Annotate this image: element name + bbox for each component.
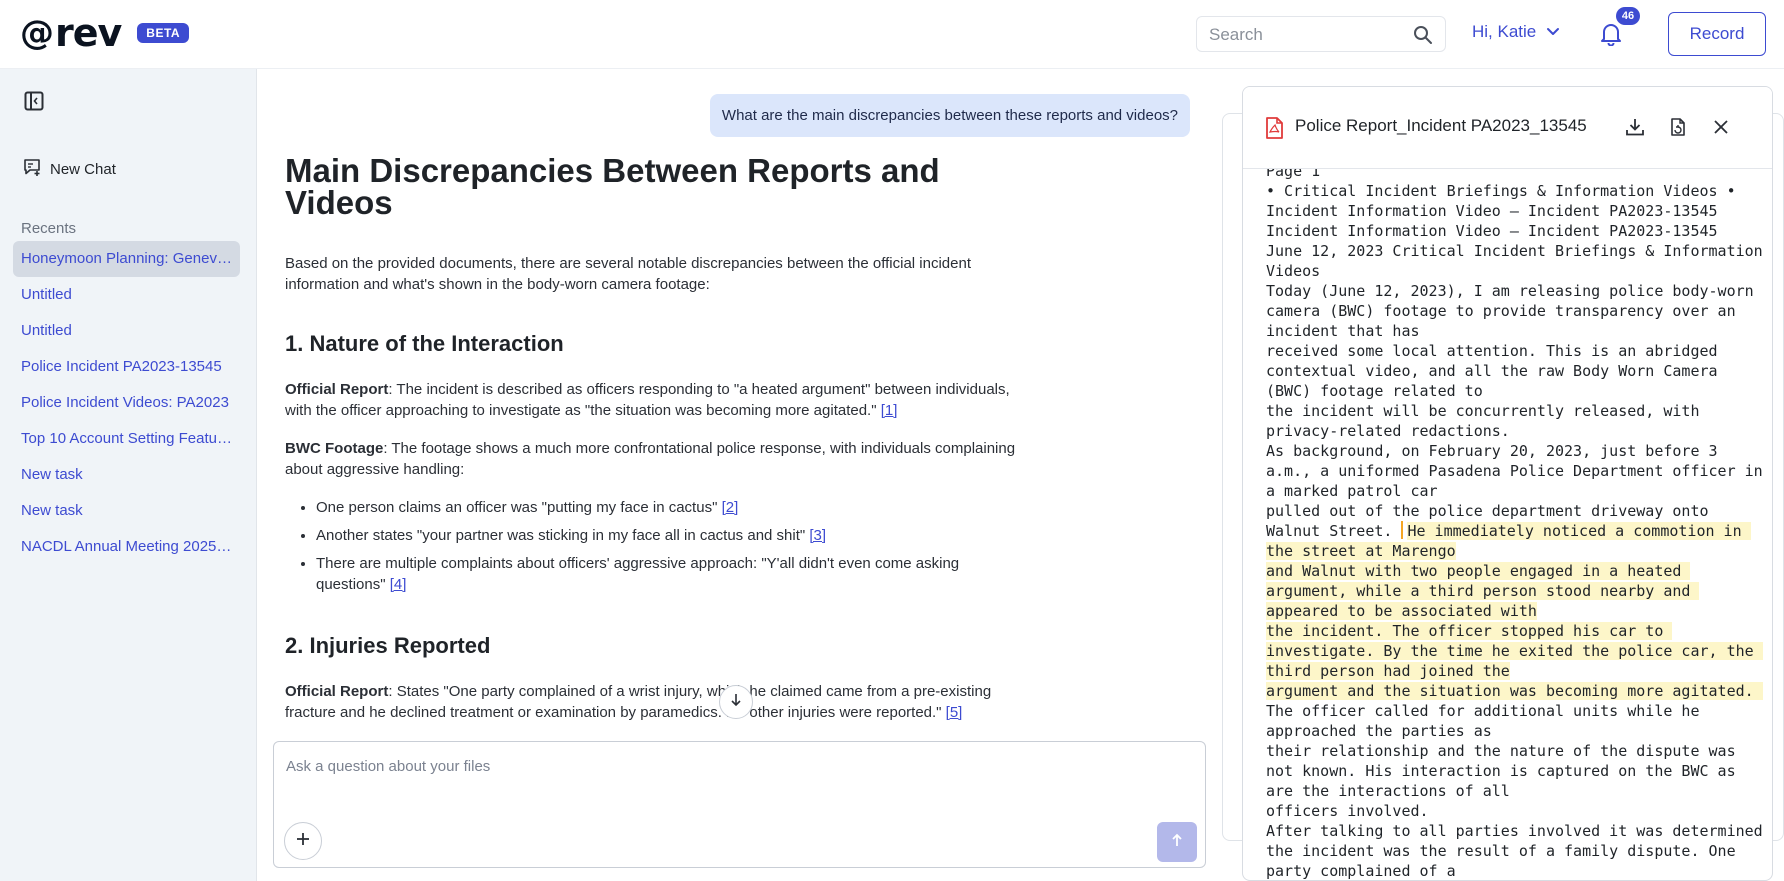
citation-link[interactable]: [4] — [390, 576, 407, 593]
official-report-paragraph: Official Report: The incident is describ… — [285, 379, 1025, 421]
open-document-icon[interactable] — [1668, 117, 1688, 142]
record-button[interactable]: Record — [1668, 12, 1766, 56]
document-viewer: Police Report_Incident PA2023_13545 Page… — [1242, 86, 1773, 881]
search-icon[interactable] — [1413, 25, 1433, 50]
document-header: Police Report_Incident PA2023_13545 — [1243, 87, 1772, 169]
official-report-label: Official Report — [285, 381, 389, 398]
attach-button[interactable] — [284, 822, 322, 860]
complaints-list: One person claims an officer was "puttin… — [285, 497, 1025, 595]
highlighted-citation-text: He immediately noticed a commotion in th… — [1266, 522, 1763, 700]
citation-link[interactable]: [2] — [722, 499, 739, 516]
sidebar-item-recent[interactable]: Untitled — [13, 313, 240, 349]
message-composer[interactable]: Ask a question about your files — [273, 741, 1206, 868]
sidebar-item-recent[interactable]: NACDL Annual Meeting 2025: Overview — [13, 529, 240, 565]
response-title: Main Discrepancies Between Reports and V… — [285, 152, 940, 221]
top-bar: @ rev BETA Hi, Katie 46 Record — [0, 0, 1784, 69]
sidebar-item-recent[interactable]: New task — [13, 493, 240, 529]
document-text-before: Page 1 • Critical Incident Briefings & I… — [1266, 169, 1763, 540]
arrow-up-icon — [1170, 833, 1184, 852]
official-report-text: : The incident is described as officers … — [285, 381, 1010, 419]
new-chat-button[interactable]: New Chat — [22, 157, 116, 181]
bwc-footage-text: : The footage shows a much more confront… — [285, 440, 1016, 478]
beta-badge: BETA — [137, 23, 190, 43]
recents-list: Honeymoon Planning: Geneva & Paris Untit… — [13, 241, 240, 565]
list-item: There are multiple complaints about offi… — [316, 553, 1025, 595]
send-button[interactable] — [1157, 822, 1197, 862]
citation-link[interactable]: [3] — [809, 527, 826, 544]
citation-link[interactable]: [1] — [881, 402, 898, 419]
document-text-after: The officer called for additional units … — [1266, 702, 1763, 880]
list-item-text: There are multiple complaints about offi… — [316, 555, 960, 593]
official-report-paragraph: Official Report: States "One party compl… — [285, 681, 1025, 723]
chat-area: What are the main discrepancies between … — [258, 69, 1214, 881]
sidebar-item-recent[interactable]: Top 10 Account Setting Features — [13, 421, 240, 457]
user-question-bubble: What are the main discrepancies between … — [709, 94, 1190, 137]
search-input[interactable] — [1209, 25, 1399, 45]
bwc-footage-label: BWC Footage — [285, 440, 384, 457]
close-icon[interactable] — [1711, 117, 1731, 142]
composer-input[interactable]: Ask a question about your files — [286, 758, 490, 775]
new-chat-label: New Chat — [50, 160, 116, 178]
search-box[interactable] — [1196, 16, 1446, 52]
sidebar-item-recent[interactable]: New task — [13, 457, 240, 493]
download-icon[interactable] — [1625, 117, 1645, 142]
logo-wordmark: rev — [55, 11, 122, 55]
pdf-file-icon — [1265, 117, 1283, 144]
bell-icon[interactable] — [1600, 22, 1622, 51]
rev-logo[interactable]: @ rev BETA — [20, 11, 190, 55]
document-text: Page 1 • Critical Incident Briefings & I… — [1266, 169, 1766, 880]
arrow-down-icon — [729, 693, 743, 712]
response-intro: Based on the provided documents, there a… — [285, 255, 971, 293]
citation-link[interactable]: [5] — [946, 704, 963, 721]
sidebar-item-recent[interactable]: Police Incident PA2023-13545 — [13, 349, 240, 385]
sidebar-item-recent[interactable]: Untitled — [13, 277, 240, 313]
user-greeting: Hi, Katie — [1472, 22, 1537, 41]
notification-count-badge: 46 — [1616, 7, 1640, 25]
logo-at-mark: @ — [20, 13, 54, 53]
highlight-marker — [1401, 521, 1404, 539]
list-item-text: One person claims an officer was "puttin… — [316, 499, 722, 516]
sidebar-item-recent[interactable]: Honeymoon Planning: Geneva & Paris — [13, 241, 240, 277]
sidebar-item-recent[interactable]: Police Incident Videos: PA2023 — [13, 385, 240, 421]
scroll-to-bottom-button[interactable] — [719, 685, 753, 719]
plus-icon — [296, 832, 310, 851]
section-heading: 1. Nature of the Interaction — [285, 331, 564, 356]
list-item-text: Another states "your partner was stickin… — [316, 527, 810, 544]
new-chat-icon — [22, 157, 42, 181]
sidebar-toggle-icon[interactable] — [24, 91, 44, 116]
assistant-response: Main Discrepancies Between Reports and V… — [285, 152, 1025, 740]
sidebar: New Chat Recents Honeymoon Planning: Gen… — [0, 69, 257, 881]
bwc-footage-paragraph: BWC Footage: The footage shows a much mo… — [285, 438, 1025, 480]
chevron-down-icon — [1546, 22, 1560, 42]
list-item: Another states "your partner was stickin… — [316, 525, 1025, 546]
official-report-label: Official Report — [285, 683, 389, 700]
recents-heading: Recents — [21, 220, 77, 237]
list-item: One person claims an officer was "puttin… — [316, 497, 1025, 518]
user-menu[interactable]: Hi, Katie — [1472, 22, 1560, 42]
document-title: Police Report_Incident PA2023_13545 — [1295, 116, 1587, 135]
official-report-text: : States "One party complained of a wris… — [285, 683, 992, 721]
section-heading: 2. Injuries Reported — [285, 633, 491, 658]
document-body[interactable]: Page 1 • Critical Incident Briefings & I… — [1243, 169, 1772, 880]
